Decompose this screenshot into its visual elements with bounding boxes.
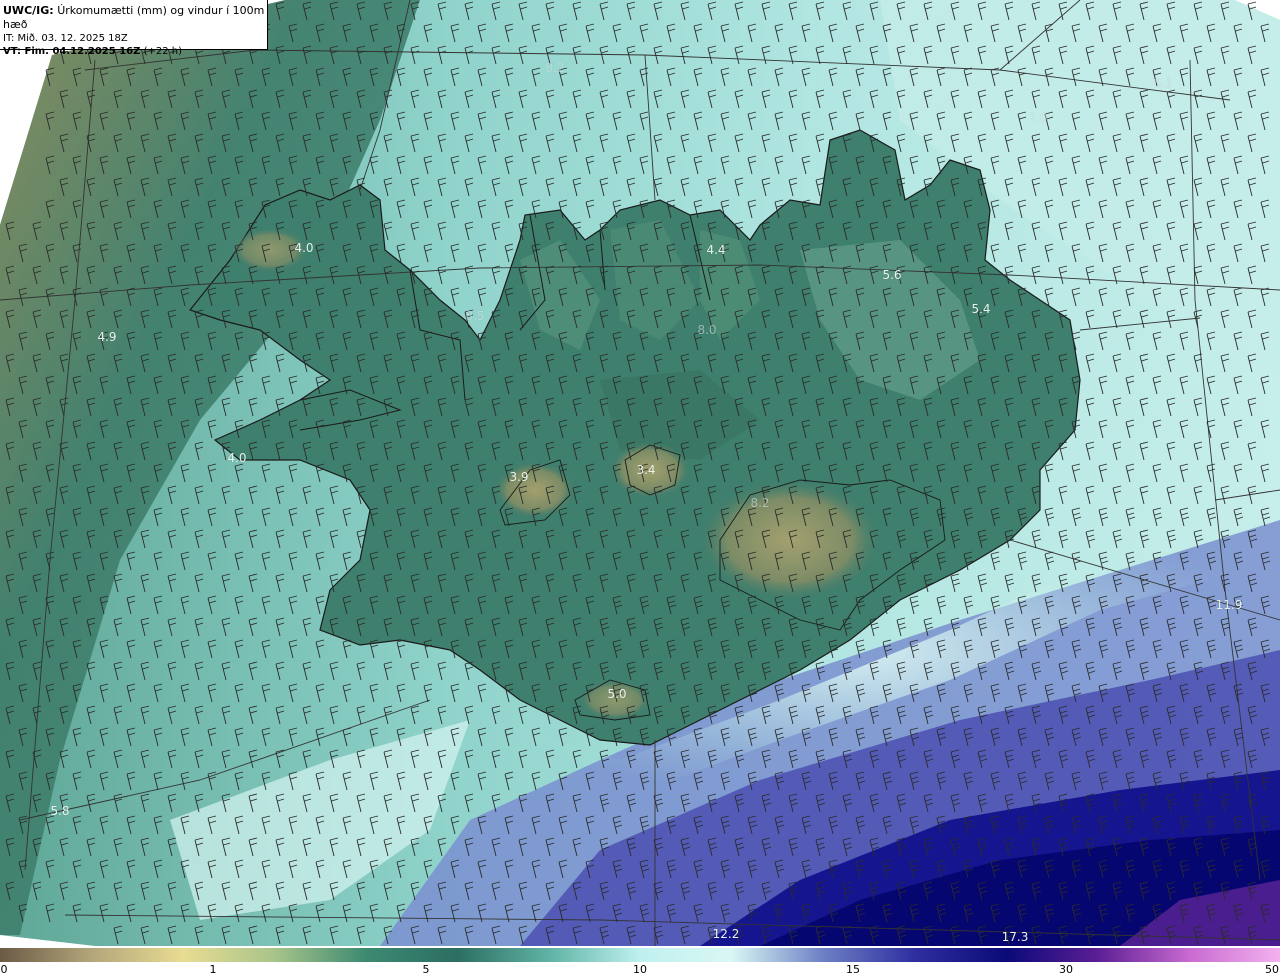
color-scale-bar bbox=[0, 948, 1280, 962]
init-time: IT: Mið. 03. 12. 2025 18Z bbox=[3, 33, 128, 44]
precip-value-label: 8.0 bbox=[697, 323, 717, 337]
weather-map: 4.0 4.9 4.0 3.9 3.4 4.4 5.6 5.4 5.0 5.8 11.9 12.2 17… bbox=[0, 0, 1280, 978]
precip-value-label: 6.1 bbox=[1153, 76, 1173, 90]
scale-tick-label: 5 bbox=[422, 963, 430, 976]
map-title-box: UWC/IG: Úrkomumætti (mm) og vindur í 100… bbox=[0, 0, 268, 57]
precip-value-label: 5.0 bbox=[607, 687, 627, 701]
scale-tick-label: 30 bbox=[1059, 963, 1073, 976]
precip-value-label: 8.2 bbox=[545, 61, 565, 75]
forecast-offset: (+22 h) bbox=[143, 46, 182, 57]
color-scale-gradient bbox=[0, 948, 1280, 962]
precip-value-label: 4.0 bbox=[294, 241, 314, 255]
precip-value-label: 5.8 bbox=[50, 804, 70, 818]
model-name: UWC/IG: bbox=[3, 4, 54, 17]
precip-value-label: 17.3 bbox=[1001, 930, 1029, 944]
scale-tick-label: 1 bbox=[209, 963, 217, 976]
precip-value-label: 11.9 bbox=[1215, 598, 1243, 612]
scale-tick-label: 15 bbox=[846, 963, 860, 976]
precip-value-label: 3.9 bbox=[509, 470, 529, 484]
precip-value-label: 8.5 bbox=[465, 309, 485, 323]
color-scale: 0 1 5 10 15 30 50 bbox=[0, 946, 1280, 978]
precip-value-label: 5.4 bbox=[971, 302, 991, 316]
precip-value-label: 4.4 bbox=[706, 243, 726, 257]
precip-value-label: 8.2 bbox=[750, 496, 770, 510]
scale-tick-label: 50 bbox=[1265, 963, 1279, 976]
precip-value-label: 7.0 bbox=[1028, 111, 1048, 125]
precip-value-label: 5.6 bbox=[882, 268, 902, 282]
precip-value-label: 3.4 bbox=[636, 463, 656, 477]
precip-value-label: 12.2 bbox=[712, 927, 740, 941]
precip-value-label: 4.0 bbox=[227, 451, 247, 465]
valid-time: VT: Fim. 04.12.2025 16Z bbox=[3, 46, 141, 57]
precip-value-label: 4.9 bbox=[97, 330, 117, 344]
scale-tick-label: 0 bbox=[0, 963, 8, 976]
scale-tick-label: 10 bbox=[633, 963, 647, 976]
